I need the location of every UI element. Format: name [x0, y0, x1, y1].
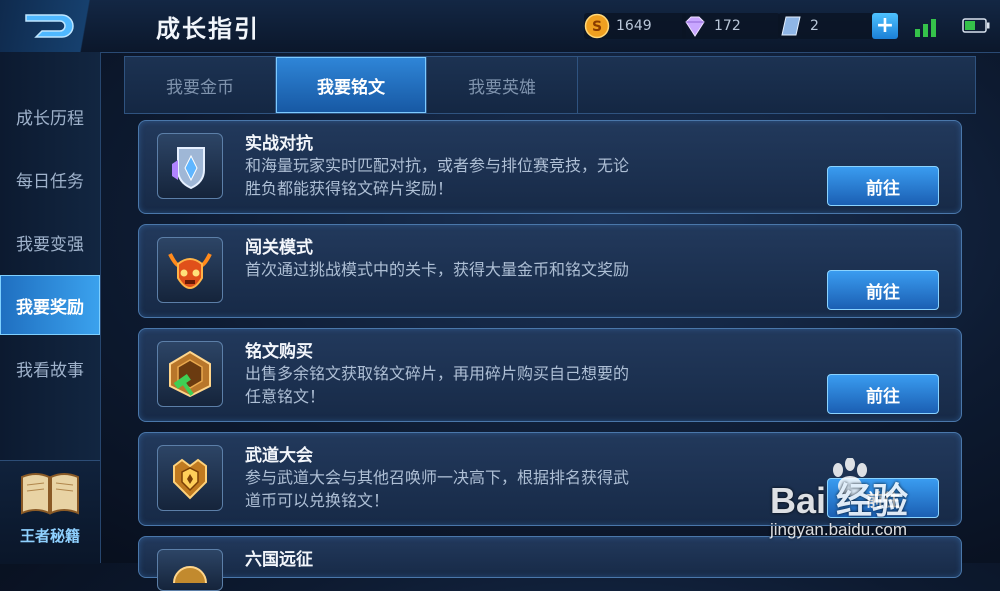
task-card: 实战对抗 和海量玩家实时匹配对抗，或者参与排位赛竞技，无论胜负都能获得铭文碎片奖… [138, 120, 962, 214]
add-currency-button[interactable]: + [872, 13, 898, 39]
card-description: 参与武道大会与其他召唤师一决高下，根据排名获得武道币可以兑换铭文！ [245, 468, 630, 510]
shield-crystal-icon [157, 133, 223, 199]
demon-skull-icon [157, 237, 223, 303]
expedition-icon [157, 549, 223, 591]
go-button[interactable]: 前往 [827, 374, 939, 414]
task-card: 闯关模式 首次通过挑战模式中的关卡，获得大量金币和铭文奖励 前往 [138, 224, 962, 318]
go-button[interactable]: 前往 [827, 166, 939, 206]
tab-inscription[interactable]: 我要铭文 [276, 57, 427, 113]
sidebar-item-daily-tasks[interactable]: 每日任务 [0, 149, 100, 209]
tab-hero[interactable]: 我要英雄 [427, 57, 578, 113]
gold-coin-icon: S [584, 13, 610, 39]
task-card: 铭文购买 出售多余铭文获取铭文碎片，再用碎片购买自己想要的任意铭文！ 前往 [138, 328, 962, 422]
diamond-icon [682, 13, 708, 39]
watermark-logo: Bai 经验 [770, 480, 909, 521]
watermark: Bai 经验 jingyan.baidu.com [770, 458, 970, 558]
battery-icon [962, 18, 990, 33]
go-button[interactable]: 前往 [827, 270, 939, 310]
sidebar-item-get-stronger[interactable]: 我要变强 [0, 212, 100, 272]
sidebar-item-growth-history[interactable]: 成长历程 [0, 86, 100, 146]
hammer-crate-icon [157, 341, 223, 407]
page-title: 成长指引 [156, 15, 260, 43]
sidebar-item-rewards[interactable]: 我要奖励 [0, 275, 100, 335]
sidebar-item-stories[interactable]: 我看故事 [0, 338, 100, 398]
svg-text:S: S [592, 19, 602, 35]
tab-gold[interactable]: 我要金币 [125, 57, 276, 113]
card-title: 武道大会 [245, 446, 313, 466]
top-bar: 成长指引 S 1649 172 2 + [0, 0, 1000, 53]
signal-icon [915, 19, 936, 37]
back-button[interactable] [0, 0, 118, 52]
card-description: 出售多余铭文获取铭文碎片，再用碎片购买自己想要的任意铭文！ [245, 364, 630, 406]
gold-value: 1649 [616, 18, 652, 34]
diamond-counter: 172 [682, 13, 780, 39]
back-arrow-icon [25, 14, 74, 38]
card-title: 六国远征 [245, 550, 313, 570]
book-icon [21, 473, 79, 515]
codex-label: 王者秘籍 [19, 527, 80, 545]
tab-bar: 我要金币 我要铭文 我要英雄 [124, 56, 976, 114]
card-title: 实战对抗 [245, 134, 313, 154]
watermark-url: jingyan.baidu.com [770, 520, 908, 539]
card-description: 和海量玩家实时匹配对抗，或者参与排位赛竞技，无论胜负都能获得铭文碎片奖励！ [245, 156, 630, 198]
diamond-value: 172 [714, 18, 741, 34]
codex-button[interactable]: 王者秘籍 [0, 460, 100, 564]
ticket-counter: 2 [778, 13, 874, 39]
gold-counter: S 1649 [584, 13, 686, 39]
card-description: 首次通过挑战模式中的关卡，获得大量金币和铭文奖励 [245, 260, 630, 279]
card-title: 闯关模式 [245, 238, 313, 258]
ticket-value: 2 [810, 18, 819, 34]
card-title: 铭文购买 [245, 342, 313, 362]
ticket-icon [778, 13, 804, 39]
trophy-emblem-icon [157, 445, 223, 511]
